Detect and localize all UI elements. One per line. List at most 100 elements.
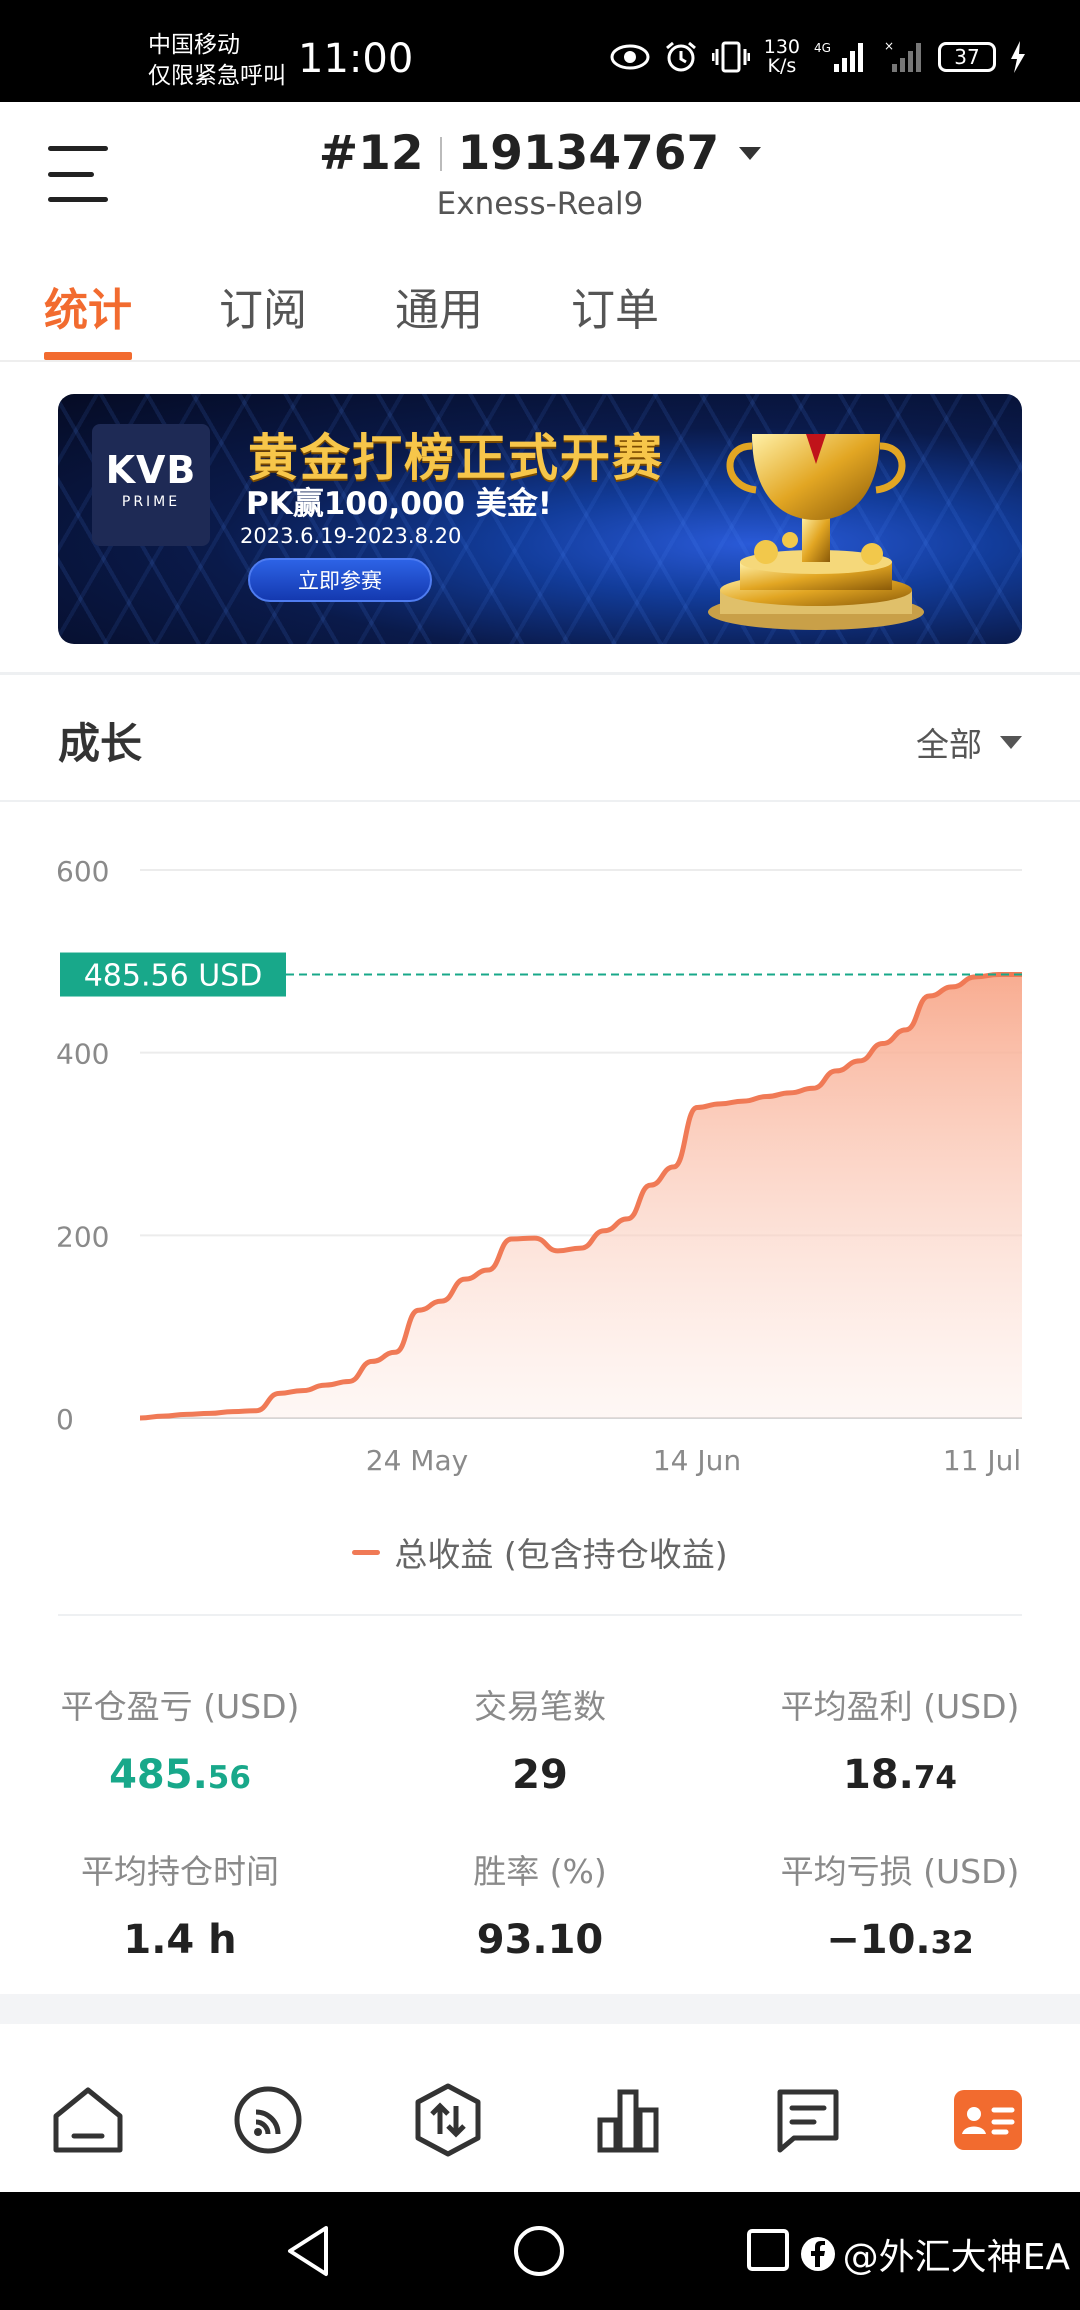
stat-value-int: −10. xyxy=(826,1917,931,1963)
nav-messages[interactable] xyxy=(768,2080,848,2160)
nav-trade[interactable] xyxy=(408,2080,488,2160)
signal-4g-icon: 4G xyxy=(814,41,863,72)
stat-avg-loss: 平均亏损 (USD) −10.32 xyxy=(720,1845,1080,1963)
growth-section-title: 成长 xyxy=(58,719,143,768)
nav-profile[interactable] xyxy=(948,2080,1028,2160)
y-tick-label: 400 xyxy=(56,1038,109,1071)
nav-home[interactable] xyxy=(48,2080,128,2160)
app-header: #12 19134767 Exness-Real9 xyxy=(0,102,1080,242)
time-range-value: 全部 xyxy=(916,725,982,764)
stat-label: 胜率 (%) xyxy=(473,1852,607,1891)
message-icon xyxy=(777,2089,839,2153)
network-speed: 130 K/s xyxy=(764,38,800,76)
tab-bar: 统计 订阅 通用 订单 xyxy=(0,242,1080,362)
section-divider xyxy=(0,672,1080,675)
x-tick-label: 14 Jun xyxy=(653,1444,741,1477)
back-icon[interactable] xyxy=(286,2224,330,2278)
trophy-icon xyxy=(708,434,924,630)
chart-bars-icon xyxy=(597,2089,659,2153)
y-tick-label: 0 xyxy=(56,1403,74,1436)
svg-text:×: × xyxy=(884,40,894,53)
account-selector[interactable]: #12 19134767 xyxy=(0,126,1080,181)
x-tick-label: 11 Jul xyxy=(943,1444,1021,1477)
stat-value-dec: 56 xyxy=(207,1760,251,1796)
chart-legend: 总收益 (包含持仓收益) xyxy=(0,1528,1080,1576)
stat-win-rate: 胜率 (%) 93.10 xyxy=(360,1845,720,1963)
promo-banner[interactable]: KVB PRIME 黄金打榜正式开赛 PK赢100,000 美金! 2023.6… xyxy=(58,394,1022,644)
active-tab-indicator xyxy=(44,352,132,360)
join-contest-button[interactable]: 立即参赛 xyxy=(248,558,432,602)
status-icons: 130 K/s 4G × 37 xyxy=(610,38,1026,76)
chevron-down-icon xyxy=(1000,735,1022,749)
stat-value-int: 485. xyxy=(109,1752,208,1798)
nav-market[interactable] xyxy=(588,2080,668,2160)
profile-card-icon xyxy=(954,2090,1022,2150)
clock: 11:00 xyxy=(298,36,414,82)
bottom-navigation xyxy=(0,2048,1080,2192)
stat-label: 平均盈利 (USD) xyxy=(780,1687,1020,1726)
eye-icon xyxy=(610,44,650,70)
charging-icon xyxy=(1011,41,1025,73)
x-tick-label: 24 May xyxy=(366,1444,468,1477)
tab-orders[interactable]: 订单 xyxy=(571,274,659,338)
stat-value-dec: 32 xyxy=(930,1925,974,1961)
nav-signals[interactable] xyxy=(228,2080,308,2160)
legend-swatch xyxy=(352,1549,381,1555)
stat-value: 1.4 h xyxy=(0,1917,360,1963)
home-icon xyxy=(53,2087,123,2153)
stat-value-int: 29 xyxy=(512,1752,568,1798)
trade-icon xyxy=(415,2083,481,2157)
stat-value: 18.74 xyxy=(720,1752,1080,1798)
tab-subscription[interactable]: 订阅 xyxy=(219,274,307,338)
stat-value-int: 1.4 h xyxy=(123,1917,237,1963)
carrier-info: 中国移动 仅限紧急呼叫 xyxy=(148,30,286,92)
status-bar: 中国移动 仅限紧急呼叫 11:00 130 K/s 4G × 37 xyxy=(0,0,1080,102)
tab-general[interactable]: 通用 xyxy=(395,274,483,338)
stat-closed-pnl: 平仓盈亏 (USD) 485.56 xyxy=(0,1680,360,1798)
stat-label: 平均持仓时间 xyxy=(81,1852,279,1891)
banner-subtitle: PK赢100,000 美金! xyxy=(246,486,552,522)
stat-value-int: 18. xyxy=(843,1752,914,1798)
account-number: 19134767 xyxy=(457,126,720,181)
legend-label: 总收益 (包含持仓收益) xyxy=(394,1535,728,1574)
stat-avg-profit: 平均盈利 (USD) 18.74 xyxy=(720,1680,1080,1798)
stat-trade-count: 交易笔数 29 xyxy=(360,1680,720,1798)
section-divider xyxy=(58,1614,1022,1616)
speed-unit: K/s xyxy=(767,55,797,77)
stat-value: 485.56 xyxy=(0,1752,360,1798)
stat-avg-hold-time: 平均持仓时间 1.4 h xyxy=(0,1845,360,1963)
account-prefix: #12 xyxy=(318,126,424,181)
time-range-dropdown[interactable]: 全部 xyxy=(916,718,1022,766)
system-navigation-bar: @外汇大神EA xyxy=(0,2192,1080,2310)
kvb-logo: KVB PRIME xyxy=(92,424,210,546)
vibrate-icon xyxy=(711,41,750,73)
chevron-down-icon xyxy=(739,147,762,160)
stat-value-dec: 74 xyxy=(913,1760,957,1796)
y-tick-label: 600 xyxy=(56,855,109,888)
stat-value: 29 xyxy=(360,1752,720,1798)
tab-statistics[interactable]: 统计 xyxy=(44,274,132,338)
server-name: Exness-Real9 xyxy=(436,186,644,222)
growth-chart[interactable]: 0 200 400 600 24 May 14 Jun 11 Jul 485.56 USD xyxy=(0,820,1080,1500)
facebook-logo-icon xyxy=(800,2237,835,2271)
stat-label: 平均亏损 (USD) xyxy=(780,1852,1020,1891)
account-separator xyxy=(439,136,442,171)
stat-value-int: 93.10 xyxy=(476,1917,604,1963)
battery-indicator: 37 xyxy=(938,42,996,72)
stat-value: 93.10 xyxy=(360,1917,720,1963)
banner-date-range: 2023.6.19-2023.8.20 xyxy=(240,524,462,548)
section-divider xyxy=(0,800,1080,802)
stat-label: 交易笔数 xyxy=(474,1687,606,1726)
carrier-name: 中国移动 xyxy=(148,32,240,58)
alarm-icon xyxy=(665,41,696,72)
y-tick-label: 200 xyxy=(56,1220,109,1253)
recents-icon[interactable] xyxy=(746,2228,790,2272)
emergency-only-text: 仅限紧急呼叫 xyxy=(148,63,286,89)
svg-text:4G: 4G xyxy=(814,41,831,55)
watermark-text: @外汇大神EA xyxy=(842,2237,1070,2278)
stat-label: 平仓盈亏 (USD) xyxy=(60,1687,300,1726)
current-value-label: 485.56 USD xyxy=(84,959,263,994)
signal-feed-icon xyxy=(234,2086,302,2154)
home-circle-icon[interactable] xyxy=(512,2224,566,2278)
logo-main-text: KVB xyxy=(105,448,197,492)
